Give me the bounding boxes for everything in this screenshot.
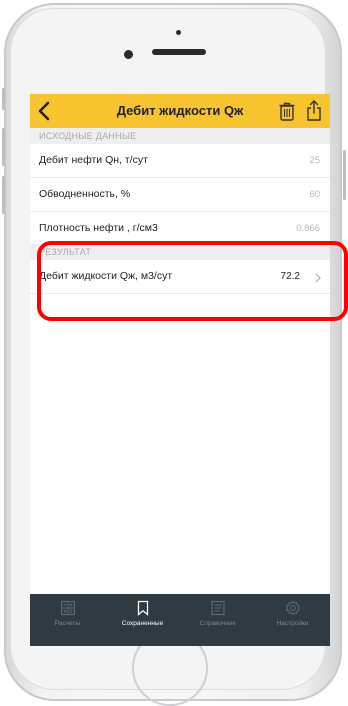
tab-bar: Расчеты Сохраненные Справочник Настройки bbox=[30, 594, 330, 646]
side-button-volume-down bbox=[2, 176, 5, 214]
input-row-oil-rate[interactable]: Дебит нефти Qн, т/сут 25 bbox=[30, 144, 330, 178]
proximity-sensor bbox=[176, 30, 181, 35]
bookmark-icon bbox=[105, 600, 180, 616]
book-icon bbox=[180, 600, 255, 616]
tab-label: Настройки bbox=[276, 620, 309, 627]
share-icon[interactable] bbox=[304, 99, 324, 123]
row-label: Плотность нефти , г/см3 bbox=[39, 222, 158, 234]
side-button-power bbox=[343, 150, 346, 200]
row-label: Обводненность, % bbox=[39, 188, 131, 200]
tab-label: Расчеты bbox=[54, 620, 81, 627]
trash-icon[interactable] bbox=[278, 101, 296, 121]
row-value: 60 bbox=[309, 189, 320, 200]
tab-calculations[interactable]: Расчеты bbox=[30, 600, 105, 640]
row-value: 25 bbox=[309, 155, 320, 166]
gear-icon bbox=[255, 600, 330, 616]
row-value: 0.866 bbox=[296, 223, 320, 234]
section-header-input: ИСХОДНЫЕ ДАННЫЕ bbox=[30, 128, 330, 144]
tab-saved[interactable]: Сохраненные bbox=[105, 600, 180, 640]
page-title: Дебит жидкости Qж bbox=[116, 103, 244, 118]
earpiece-speaker bbox=[152, 49, 206, 55]
calculator-icon bbox=[30, 600, 105, 616]
app-screen: Дебит жидкости Qж ИСХОДНЫЕ ДАННЫЕ Дебит … bbox=[30, 94, 330, 646]
tab-reference[interactable]: Справочник bbox=[180, 600, 255, 640]
front-camera bbox=[124, 50, 133, 59]
highlight-box bbox=[37, 241, 348, 321]
row-label: Дебит нефти Qн, т/сут bbox=[39, 154, 148, 166]
tab-settings[interactable]: Настройки bbox=[255, 600, 330, 640]
chevron-left-icon[interactable] bbox=[37, 100, 57, 122]
input-row-water-cut[interactable]: Обводненность, % 60 bbox=[30, 178, 330, 212]
navigation-bar: Дебит жидкости Qж bbox=[30, 94, 330, 128]
side-button-left bbox=[2, 88, 5, 110]
side-button-volume-up bbox=[2, 128, 5, 166]
tab-label: Сохраненные bbox=[121, 620, 164, 627]
tab-label: Справочник bbox=[199, 620, 236, 627]
